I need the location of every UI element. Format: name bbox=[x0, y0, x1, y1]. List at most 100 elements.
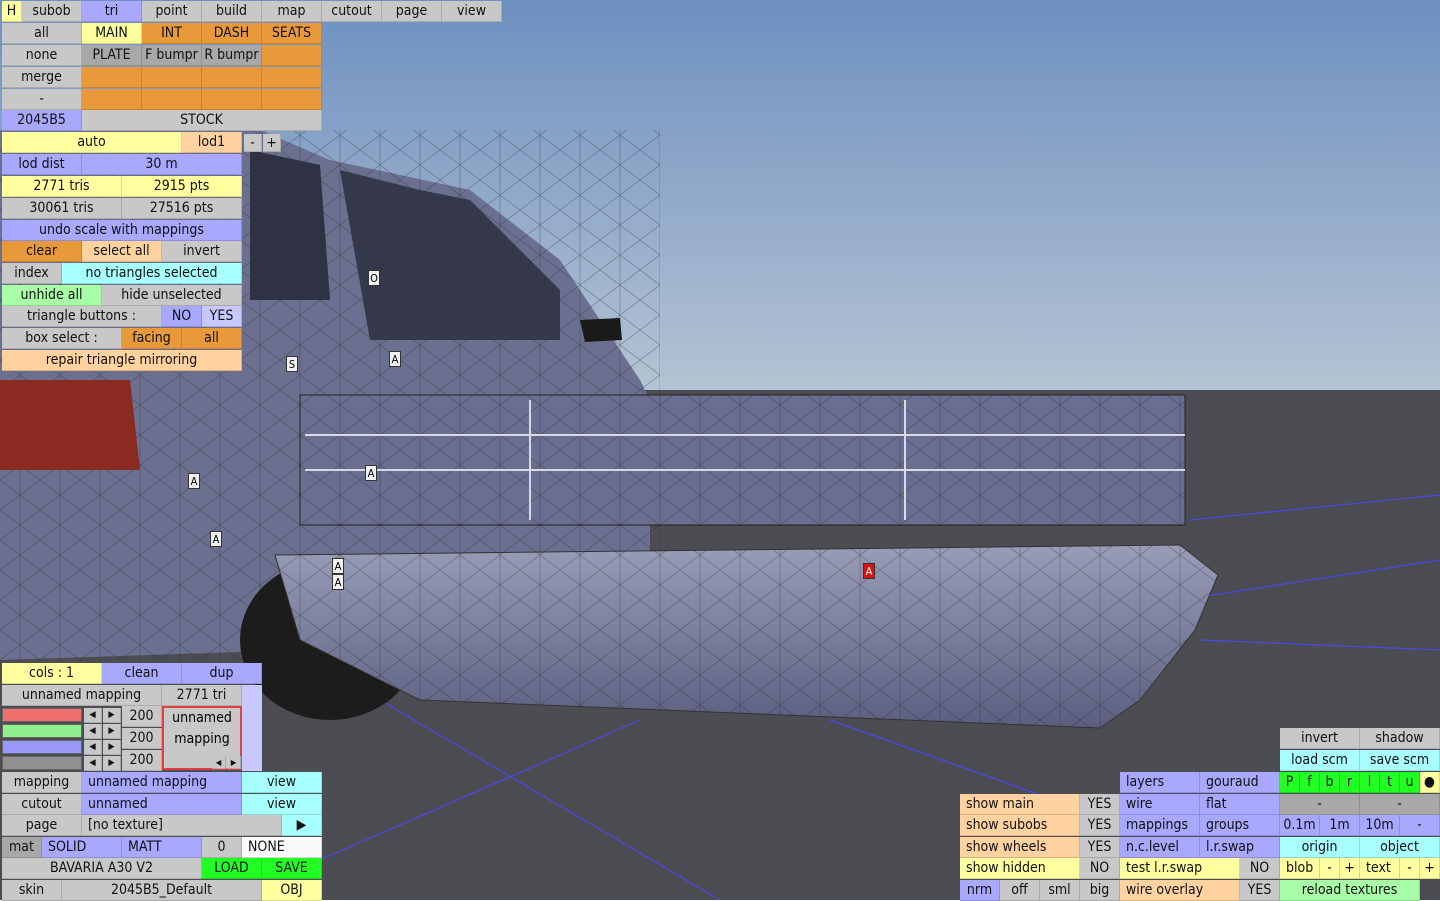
arrow-left-icon[interactable]: ◀ bbox=[84, 724, 102, 739]
scrollbar[interactable] bbox=[242, 685, 262, 771]
subob-slot[interactable] bbox=[262, 45, 322, 66]
value-field[interactable]: 200 bbox=[122, 728, 162, 749]
wire-button[interactable]: wire bbox=[1120, 794, 1200, 815]
mat-matt[interactable]: MATT bbox=[122, 837, 202, 858]
subob-plate[interactable]: PLATE bbox=[82, 45, 142, 66]
lod-level[interactable]: lod1 bbox=[182, 132, 242, 153]
triangle-buttons-yes[interactable]: YES bbox=[202, 306, 242, 327]
value-field[interactable]: 200 bbox=[122, 706, 162, 727]
blob-plus[interactable]: + bbox=[1340, 858, 1360, 879]
arrow-right-icon[interactable]: ▶ bbox=[103, 740, 121, 755]
origin-button[interactable]: origin bbox=[1280, 837, 1360, 858]
dash-button[interactable]: - bbox=[1280, 794, 1360, 815]
load-button[interactable]: LOAD bbox=[202, 858, 262, 879]
lod-minus[interactable]: - bbox=[244, 134, 262, 152]
mapping-view-button[interactable]: view bbox=[242, 772, 322, 793]
menu-cutout[interactable]: cutout bbox=[322, 1, 382, 22]
color-swatch-gray[interactable] bbox=[2, 756, 82, 770]
test-lrswap-button[interactable]: test l.r.swap bbox=[1120, 858, 1240, 879]
lod-plus[interactable]: + bbox=[263, 134, 281, 152]
show-wheels-label[interactable]: show wheels bbox=[960, 837, 1080, 858]
show-subobs-label[interactable]: show subobs bbox=[960, 815, 1080, 836]
hide-unselected-button[interactable]: hide unselected bbox=[102, 285, 242, 306]
wire-overlay-button[interactable]: wire overlay bbox=[1120, 880, 1240, 901]
value-field[interactable]: 200 bbox=[122, 750, 162, 771]
box-select-facing[interactable]: facing bbox=[122, 328, 182, 349]
mapping-name-label[interactable]: unnamed mapping bbox=[2, 685, 162, 706]
menu-map[interactable]: map bbox=[262, 1, 322, 22]
subob-main[interactable]: MAIN bbox=[82, 23, 142, 44]
repair-mirroring-button[interactable]: repair triangle mirroring bbox=[2, 350, 242, 371]
test-lrswap-toggle[interactable]: NO bbox=[1240, 858, 1280, 879]
grid-01m[interactable]: 0.1m bbox=[1280, 815, 1320, 836]
blob-minus[interactable]: - bbox=[1320, 858, 1340, 879]
dup-button[interactable]: dup bbox=[182, 663, 262, 684]
color-swatch-blue[interactable] bbox=[2, 740, 82, 754]
subob-f-bumpr[interactable]: F bumpr bbox=[142, 45, 202, 66]
subob-dash[interactable]: DASH bbox=[202, 23, 262, 44]
grid-minus[interactable]: - bbox=[1400, 815, 1440, 836]
cutout-view-button[interactable]: view bbox=[242, 794, 322, 815]
show-subobs-toggle[interactable]: YES bbox=[1080, 815, 1120, 836]
subob-merge[interactable]: merge bbox=[2, 67, 82, 88]
normals-off[interactable]: off bbox=[1000, 880, 1040, 901]
view-l[interactable]: l bbox=[1360, 772, 1380, 793]
arrow-right-icon[interactable]: ▶ bbox=[103, 724, 121, 739]
object-button[interactable]: object bbox=[1360, 837, 1440, 858]
wire-overlay-toggle[interactable]: YES bbox=[1240, 880, 1280, 901]
arrow-right-icon[interactable]: ▶ bbox=[227, 756, 241, 769]
save-scm-button[interactable]: save scm bbox=[1360, 750, 1440, 771]
arrow-left-icon[interactable]: ◀ bbox=[84, 740, 102, 755]
subob-slot[interactable] bbox=[202, 89, 262, 110]
shadow-button[interactable]: shadow bbox=[1360, 728, 1440, 749]
view-t[interactable]: t bbox=[1380, 772, 1400, 793]
normals-nrm[interactable]: nrm bbox=[960, 880, 1000, 901]
mat-solid[interactable]: SOLID bbox=[42, 837, 122, 858]
menu-view[interactable]: view bbox=[442, 1, 502, 22]
cutout-value[interactable]: unnamed bbox=[82, 794, 242, 815]
menu-subob[interactable]: subob bbox=[22, 1, 82, 22]
color-code[interactable]: 2045B5 bbox=[2, 110, 82, 131]
undo-scale-button[interactable]: undo scale with mappings bbox=[2, 220, 242, 241]
arrow-left-icon[interactable]: ◀ bbox=[84, 708, 102, 723]
mapping-value[interactable]: unnamed mapping bbox=[82, 772, 242, 793]
subob-slot[interactable] bbox=[82, 89, 142, 110]
page-play-icon[interactable]: ▶ bbox=[282, 815, 322, 836]
subob-int[interactable]: INT bbox=[142, 23, 202, 44]
text-button[interactable]: text bbox=[1360, 858, 1400, 879]
normals-sml[interactable]: sml bbox=[1040, 880, 1080, 901]
subob-none[interactable]: none bbox=[2, 45, 82, 66]
clear-button[interactable]: clear bbox=[2, 241, 82, 262]
menu-point[interactable]: point bbox=[142, 1, 202, 22]
subob-slot[interactable] bbox=[142, 67, 202, 88]
mat-zero[interactable]: 0 bbox=[202, 837, 242, 858]
unhide-all-button[interactable]: unhide all bbox=[2, 285, 102, 306]
grid-10m[interactable]: 10m bbox=[1360, 815, 1400, 836]
menu-h[interactable]: H bbox=[2, 1, 22, 22]
menu-build[interactable]: build bbox=[202, 1, 262, 22]
mat-none[interactable]: NONE bbox=[242, 837, 322, 858]
view-p[interactable]: P bbox=[1280, 772, 1300, 793]
save-button[interactable]: SAVE bbox=[262, 858, 322, 879]
show-hidden-label[interactable]: show hidden bbox=[960, 858, 1080, 879]
subob-minus[interactable]: - bbox=[2, 89, 82, 110]
subob-all[interactable]: all bbox=[2, 23, 82, 44]
normals-big[interactable]: big bbox=[1080, 880, 1120, 901]
layers-button[interactable]: layers bbox=[1120, 772, 1200, 793]
view-f[interactable]: f bbox=[1300, 772, 1320, 793]
index-label[interactable]: index bbox=[2, 263, 62, 284]
view-dot-icon[interactable]: ● bbox=[1420, 772, 1440, 793]
color-swatch-green[interactable] bbox=[2, 724, 82, 738]
subob-seats[interactable]: SEATS bbox=[262, 23, 322, 44]
text-plus[interactable]: + bbox=[1420, 858, 1440, 879]
cols-button[interactable]: cols : 1 bbox=[2, 663, 102, 684]
view-u[interactable]: u bbox=[1400, 772, 1420, 793]
color-swatch-red[interactable] bbox=[2, 708, 82, 722]
mappings-button[interactable]: mappings bbox=[1120, 815, 1200, 836]
clean-button[interactable]: clean bbox=[102, 663, 182, 684]
arrow-right-icon[interactable]: ▶ bbox=[103, 756, 121, 771]
subob-slot[interactable] bbox=[262, 89, 322, 110]
skin-value[interactable]: 2045B5_Default bbox=[62, 880, 262, 901]
groups-button[interactable]: groups bbox=[1200, 815, 1280, 836]
gouraud-button[interactable]: gouraud bbox=[1200, 772, 1280, 793]
